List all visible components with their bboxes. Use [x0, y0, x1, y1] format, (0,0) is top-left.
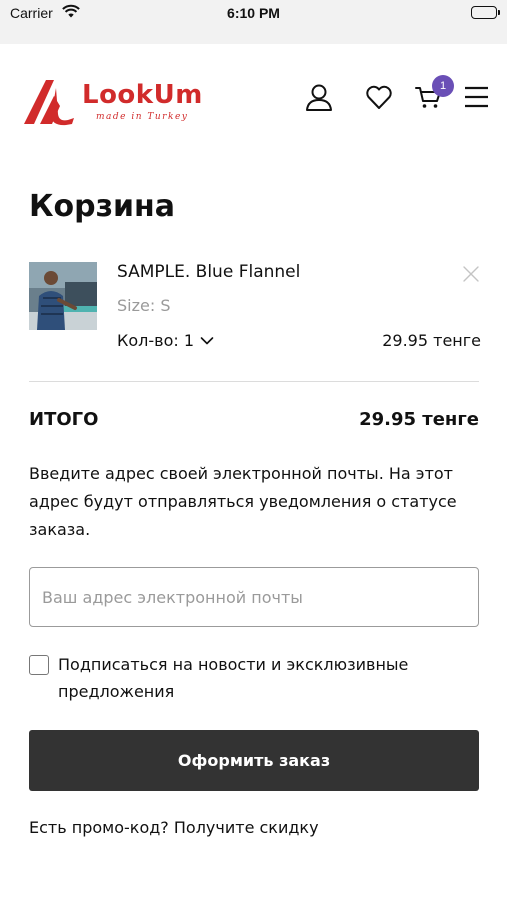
- clock: 6:10 PM: [227, 5, 280, 21]
- remove-item-button[interactable]: [461, 264, 481, 284]
- product-price: 29.95 тенге: [382, 331, 481, 350]
- cart-count-badge: 1: [432, 75, 454, 97]
- header: LookUm made in Turkey 1: [0, 44, 507, 154]
- email-hint-text: Введите адрес своей электронной почты. Н…: [29, 464, 457, 539]
- product-size: Size: S: [117, 296, 171, 315]
- user-icon[interactable]: [304, 82, 334, 112]
- logo[interactable]: LookUm made in Turkey: [22, 74, 212, 129]
- cart-item: SAMPLE. Blue Flannel Size: S Кол-во: 1 2…: [29, 258, 481, 358]
- logo-mark-icon: [24, 80, 74, 126]
- battery-icon: [471, 6, 500, 19]
- menu-icon[interactable]: [462, 82, 492, 112]
- close-icon: [463, 266, 479, 282]
- quantity-label: Кол-во: 1: [117, 331, 195, 350]
- product-thumbnail[interactable]: [29, 262, 97, 330]
- checkout-button[interactable]: Оформить заказ: [29, 730, 479, 791]
- total-value: 29.95 тенге: [359, 409, 479, 430]
- chevron-down-icon: [200, 336, 214, 344]
- quantity-selector[interactable]: Кол-во: 1: [117, 331, 214, 350]
- heart-icon[interactable]: [364, 82, 394, 112]
- brand-tagline: made in Turkey: [96, 112, 189, 122]
- brand-name: LookUm: [82, 80, 203, 110]
- page-title: Корзина: [29, 189, 176, 224]
- email-field[interactable]: [29, 567, 479, 627]
- divider: [29, 381, 479, 382]
- product-name[interactable]: SAMPLE. Blue Flannel: [117, 262, 300, 282]
- subscribe-label[interactable]: Подписаться на новости и эксклюзивные пр…: [58, 651, 478, 705]
- total-label: ИТОГО: [29, 409, 99, 430]
- subscribe-checkbox[interactable]: [29, 655, 49, 675]
- status-bar: Carrier 6:10 PM: [0, 0, 507, 44]
- promo-code-link[interactable]: Есть промо-код? Получите скидку: [29, 818, 319, 837]
